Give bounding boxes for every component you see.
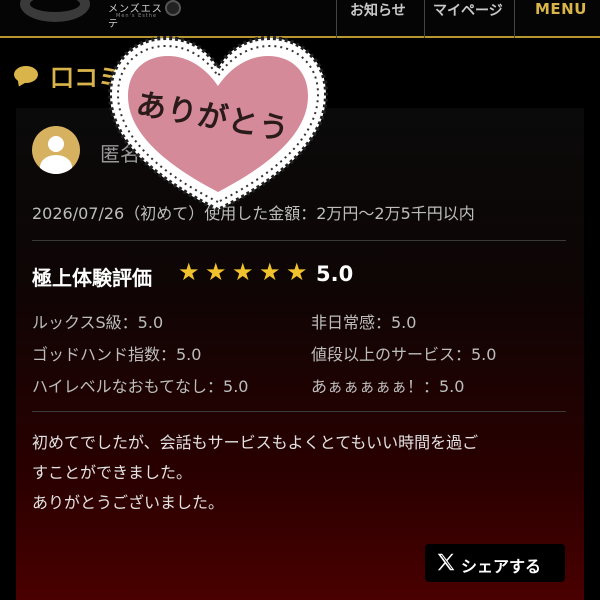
subscore-item: 値段以上のサービス：5.0 — [311, 345, 497, 364]
speech-bubble-icon — [14, 66, 38, 83]
share-button-label: シェアする — [461, 557, 542, 576]
divider — [32, 240, 566, 241]
logo-brand-subtext: Men's Esthe — [116, 13, 158, 19]
review-comment: 初めてでしたが、会話もサービスもよくとてもいい時間を過ご すことができました。 … — [32, 428, 572, 518]
x-logo-icon — [437, 553, 455, 571]
nav-divider — [336, 0, 337, 38]
nav-divider — [514, 0, 515, 38]
logo-swirl-icon — [20, 0, 90, 22]
comment-line: すことができました。 — [32, 463, 193, 482]
nav-mypage-link[interactable]: マイページ — [433, 0, 503, 20]
star-icon: ★ — [205, 258, 227, 286]
subscore-item: あぁぁぁぁぁ！：5.0 — [311, 377, 465, 396]
nav-menu-button[interactable]: MENU — [535, 0, 587, 18]
comment-line: 初めてでしたが、会話もサービスもよくとてもいい時間を過ご — [32, 433, 479, 452]
subscore-item: ゴッドハンド指数：5.0 — [32, 345, 202, 364]
logo-rose-icon — [165, 0, 181, 16]
avatar-shoulders — [40, 155, 72, 174]
rating-label: 極上体験評価 — [32, 266, 152, 290]
star-icon: ★ — [286, 258, 308, 286]
comment-line: ありがとうございました。 — [32, 493, 225, 512]
nav-divider — [424, 0, 425, 38]
star-icon: ★ — [178, 258, 200, 286]
site-logo[interactable]: メンズエステ Men's Esthe — [20, 0, 181, 30]
star-icon: ★ — [232, 258, 254, 286]
star-rating: ★ ★ ★ ★ ★ — [178, 258, 313, 286]
nav-news-link[interactable]: お知らせ — [350, 0, 406, 20]
thank-you-heart-sticker: ありがとう — [102, 32, 334, 218]
avatar-head — [48, 136, 64, 152]
star-icon: ★ — [259, 258, 281, 286]
avatar — [32, 126, 80, 174]
subscore-item: ルックスS級：5.0 — [32, 313, 164, 332]
subscore-item: 非日常感：5.0 — [311, 313, 417, 332]
divider — [32, 411, 566, 412]
rating-value: 5.0 — [316, 262, 354, 286]
subscore-item: ハイレベルなおもてなし：5.0 — [32, 377, 249, 396]
share-on-x-button[interactable]: シェアする — [425, 544, 565, 582]
